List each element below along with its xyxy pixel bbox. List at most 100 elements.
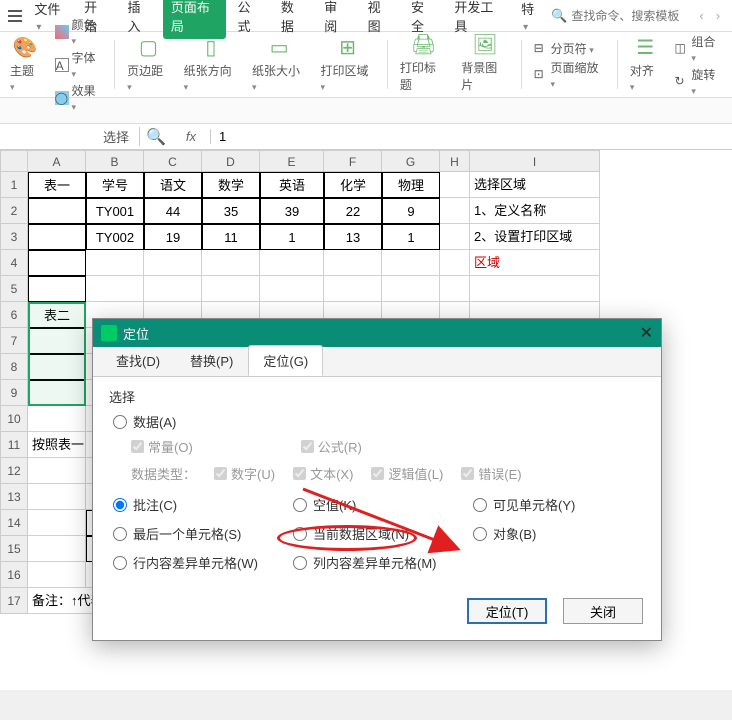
opt-coldiff[interactable]: 列内容差异单元格(M) — [293, 553, 473, 572]
col-header[interactable]: B — [86, 150, 144, 172]
menu-review[interactable]: 审阅 — [316, 0, 355, 39]
menu-layout[interactable]: 页面布局 — [163, 0, 226, 39]
cell[interactable]: 物理 — [382, 172, 440, 198]
menu-insert[interactable]: 插入 — [119, 0, 158, 39]
cell[interactable] — [28, 354, 86, 380]
cell[interactable] — [28, 380, 86, 406]
col-header[interactable]: H — [440, 150, 470, 172]
chev-right-icon[interactable]: › — [712, 8, 724, 23]
cell[interactable]: 19 — [144, 224, 202, 250]
row-header[interactable]: 10 — [0, 406, 28, 432]
cell[interactable] — [382, 250, 440, 276]
cell[interactable] — [28, 458, 86, 484]
cell[interactable] — [86, 250, 144, 276]
ribbon-combine[interactable]: ◫组合 — [675, 33, 722, 64]
cell[interactable] — [28, 250, 86, 276]
cell[interactable]: TY001 — [86, 198, 144, 224]
tab-goto[interactable]: 定位(G) — [248, 345, 323, 376]
column-headers[interactable]: ABCDEFGHI — [28, 150, 600, 172]
cell[interactable] — [440, 172, 470, 198]
col-header[interactable]: F — [324, 150, 382, 172]
cell[interactable] — [324, 276, 382, 302]
search-input[interactable] — [571, 9, 691, 23]
menu-special[interactable]: 特 — [513, 0, 547, 37]
cell[interactable]: 英语 — [260, 172, 324, 198]
cell[interactable]: 表二 — [28, 302, 86, 328]
row-header[interactable]: 8 — [0, 354, 28, 380]
ribbon-bgimg[interactable]: 🖼背景图片 — [457, 36, 512, 93]
cell[interactable]: 学号 — [86, 172, 144, 198]
ribbon-printarea[interactable]: ⊞打印区域 — [316, 36, 378, 93]
row-header[interactable]: 1 — [0, 172, 28, 198]
cell[interactable] — [202, 250, 260, 276]
row-header[interactable]: 6 — [0, 302, 28, 328]
ribbon-pagescale[interactable]: ⊡页面缩放 — [534, 59, 605, 90]
cell[interactable]: 11 — [202, 224, 260, 250]
row-header[interactable]: 17 — [0, 588, 28, 614]
col-header[interactable]: E — [260, 150, 324, 172]
cell[interactable]: 区域 — [470, 250, 600, 276]
cell[interactable] — [440, 276, 470, 302]
cell[interactable]: 35 — [202, 198, 260, 224]
cell[interactable] — [28, 484, 86, 510]
cell[interactable]: 2、设置打印区域 — [470, 224, 600, 250]
cell[interactable]: 9 — [382, 198, 440, 224]
row-header[interactable]: 15 — [0, 536, 28, 562]
tab-find[interactable]: 查找(D) — [101, 345, 175, 376]
ribbon-size[interactable]: ▭纸张大小 — [248, 36, 310, 93]
opt-blank[interactable]: 空值(K) — [293, 495, 473, 514]
opt-rowdiff[interactable]: 行内容差异单元格(W) — [113, 553, 293, 572]
row-header[interactable]: 2 — [0, 198, 28, 224]
cell[interactable]: TY002 — [86, 224, 144, 250]
ribbon-effect[interactable]: ◯效果 — [55, 82, 102, 113]
opt-objects[interactable]: 对象(B) — [473, 524, 633, 543]
close-button[interactable]: 关闭 — [563, 598, 643, 624]
cell[interactable] — [86, 276, 144, 302]
menu-icon[interactable] — [8, 10, 22, 22]
row-headers[interactable]: 1234567891011121314151617 — [0, 172, 28, 614]
cell[interactable]: 数学 — [202, 172, 260, 198]
ribbon-align[interactable]: ☰对齐 — [626, 36, 665, 93]
row-header[interactable]: 4 — [0, 250, 28, 276]
cell[interactable]: 1、定义名称 — [470, 198, 600, 224]
ribbon-pagebreak[interactable]: ⊟分页符 — [534, 40, 605, 57]
ribbon-font[interactable]: A字体 — [55, 49, 102, 80]
ribbon-color[interactable]: 颜色 — [55, 16, 102, 47]
cell[interactable]: 按照表一 — [28, 432, 86, 458]
select-all-corner[interactable] — [0, 150, 28, 172]
row-header[interactable]: 9 — [0, 380, 28, 406]
cell[interactable] — [202, 276, 260, 302]
opt-data[interactable]: 数据(A) — [113, 412, 645, 431]
cell[interactable]: 44 — [144, 198, 202, 224]
cell[interactable] — [28, 562, 86, 588]
cell[interactable]: 化学 — [324, 172, 382, 198]
cell[interactable]: 表一 — [28, 172, 86, 198]
cell[interactable] — [28, 276, 86, 302]
col-header[interactable]: D — [202, 150, 260, 172]
cell[interactable] — [260, 276, 324, 302]
fx-label[interactable]: fx — [172, 129, 211, 144]
ribbon-orient[interactable]: ▯纸张方向 — [180, 36, 242, 93]
row-header[interactable]: 14 — [0, 510, 28, 536]
cell[interactable] — [28, 328, 86, 354]
ribbon-printtitle[interactable]: 🖨打印标题 — [396, 36, 451, 93]
cell[interactable] — [28, 198, 86, 224]
cell[interactable] — [324, 250, 382, 276]
chev-left-icon[interactable]: ‹ — [695, 8, 707, 23]
row-header[interactable]: 11 — [0, 432, 28, 458]
menu-data[interactable]: 数据 — [273, 0, 312, 39]
cell[interactable] — [440, 250, 470, 276]
search-small-icon[interactable]: 🔍 — [140, 127, 172, 147]
col-header[interactable]: G — [382, 150, 440, 172]
cell[interactable] — [28, 536, 86, 562]
cell[interactable]: 选择区域 — [470, 172, 600, 198]
cell[interactable] — [28, 510, 86, 536]
cell[interactable] — [440, 198, 470, 224]
cell[interactable] — [28, 406, 86, 432]
opt-curregion[interactable]: 当前数据区域(N) — [293, 524, 473, 543]
formula-value[interactable]: 1 — [211, 129, 732, 144]
ribbon-margin[interactable]: ▢页边距 — [123, 36, 174, 93]
dialog-titlebar[interactable]: 定位 ✕ — [93, 319, 661, 347]
cell[interactable]: 1 — [382, 224, 440, 250]
row-header[interactable]: 16 — [0, 562, 28, 588]
